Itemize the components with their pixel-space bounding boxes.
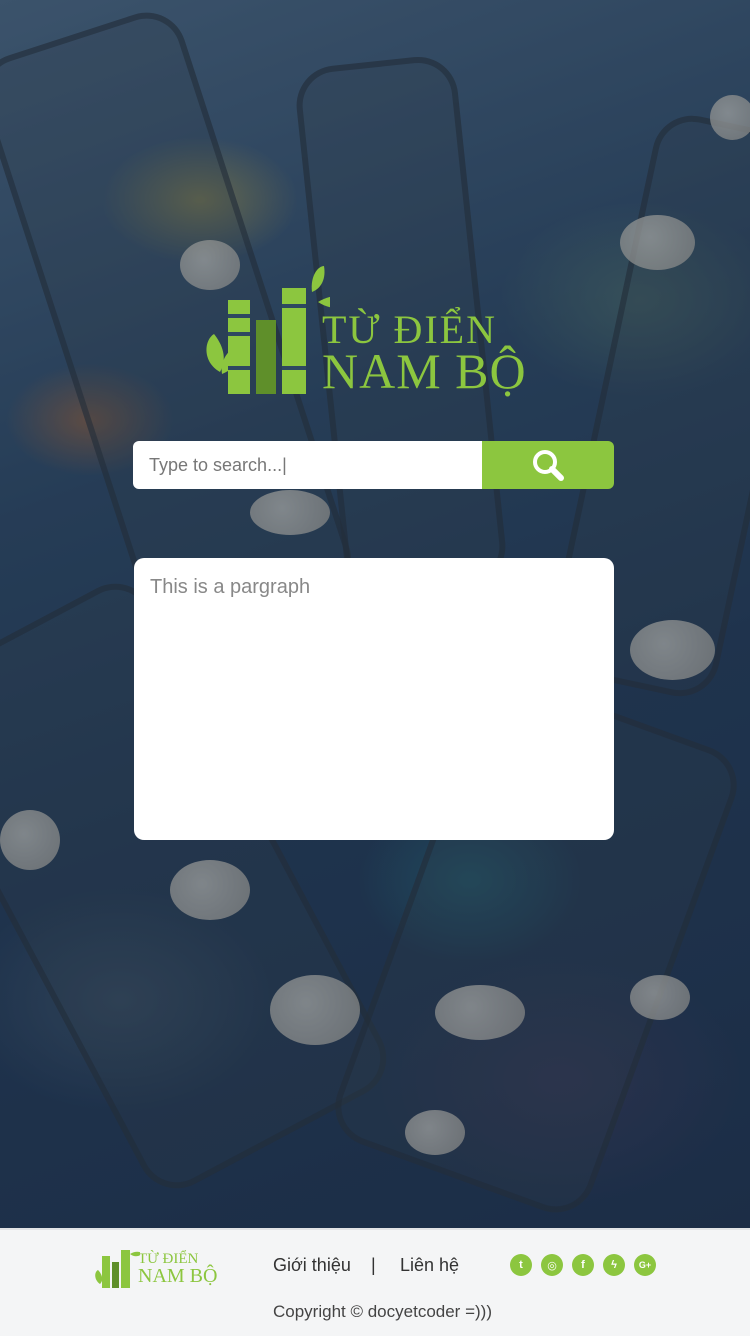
footer-nav-separator: | <box>371 1255 376 1275</box>
logo-emblem-icon <box>206 266 330 394</box>
footer-brand-line2: NAM BỘ <box>138 1265 218 1287</box>
search-button[interactable] <box>482 441 614 489</box>
logo-emblem-icon <box>95 1250 140 1288</box>
search-bar <box>133 441 614 489</box>
facebook-icon[interactable]: f <box>572 1254 594 1276</box>
brand-logo: TỪ ĐIỂN NAM BỘ <box>200 262 560 402</box>
brand-title-line2: NAM BỘ <box>322 343 527 399</box>
twitter-icon[interactable]: t <box>510 1254 532 1276</box>
nav-link-about[interactable]: Giới thiệu <box>273 1255 351 1275</box>
messenger-icon[interactable]: ϟ <box>603 1254 625 1276</box>
social-links: t ◎ f ϟ G+ <box>510 1254 656 1276</box>
search-input[interactable] <box>133 441 482 489</box>
search-icon <box>533 450 564 481</box>
nav-link-contact[interactable]: Liên hệ <box>400 1255 459 1275</box>
google-plus-icon[interactable]: G+ <box>634 1254 656 1276</box>
footer-nav-contact[interactable]: Liên hệ <box>400 1255 459 1276</box>
footer-logo[interactable]: TỪ ĐIỂN NAM BỘ <box>94 1240 224 1290</box>
copyright-text: Copyright © docyetcoder =))) <box>273 1302 492 1321</box>
result-paragraph: This is a pargraph <box>150 576 311 598</box>
result-card: This is a pargraph <box>134 558 614 840</box>
footer-nav-about[interactable]: Giới thiệu <box>273 1255 351 1276</box>
instagram-icon[interactable]: ◎ <box>541 1254 563 1276</box>
